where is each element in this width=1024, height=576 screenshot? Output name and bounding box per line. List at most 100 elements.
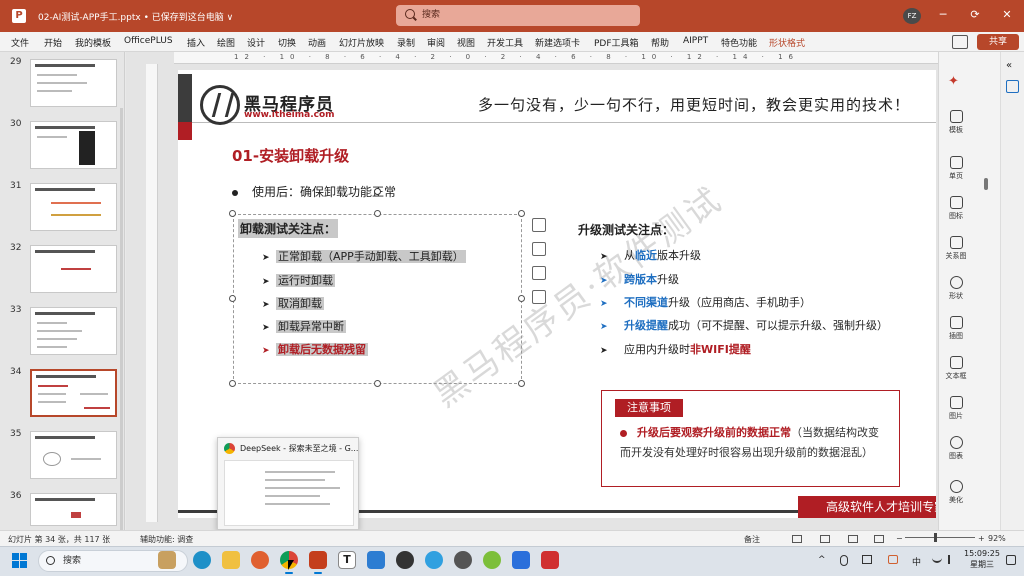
restore-button[interactable]: ⟳: [968, 8, 982, 22]
slideshow-icon[interactable]: [874, 535, 884, 543]
firefox-icon[interactable]: [251, 551, 269, 569]
tab-record[interactable]: 录制: [397, 36, 415, 49]
tab-insert[interactable]: 插入: [187, 36, 205, 49]
slide-title[interactable]: 01-安装卸载升级: [232, 145, 349, 166]
resize-handle[interactable]: [229, 295, 236, 302]
minimize-button[interactable]: ─: [936, 8, 950, 22]
tab-pdf-tools[interactable]: PDF工具箱: [594, 36, 639, 49]
preview-thumbnail[interactable]: [224, 460, 354, 526]
slide-thumbnail[interactable]: [30, 183, 117, 231]
slide-thumbnail[interactable]: [30, 245, 117, 293]
smartart-icon[interactable]: [532, 266, 546, 280]
panel-textbox[interactable]: 文本框: [942, 356, 970, 381]
tab-review[interactable]: 审阅: [427, 36, 445, 49]
resize-handle[interactable]: [229, 380, 236, 387]
alt-text-icon[interactable]: [532, 290, 546, 304]
resize-handle[interactable]: [518, 380, 525, 387]
powerpoint-icon[interactable]: [309, 551, 327, 574]
slide-sorter-icon[interactable]: [820, 535, 830, 543]
panel-single-page[interactable]: 单页: [942, 156, 970, 181]
panel-illustration[interactable]: 插图: [942, 316, 970, 341]
tab-new[interactable]: 新建选项卡: [535, 36, 580, 49]
tab-aippt[interactable]: AIPPT: [683, 36, 708, 46]
panel-template[interactable]: 模板: [942, 110, 970, 135]
slide-thumbnail-current[interactable]: [30, 369, 117, 417]
zoom-slider[interactable]: [905, 537, 975, 538]
thumbnail-scrollbar[interactable]: [120, 108, 123, 576]
main-bullet[interactable]: 使用后：确保卸载功能正常: [232, 183, 396, 200]
notes-button[interactable]: 备注: [744, 534, 760, 545]
normal-view-icon[interactable]: [792, 535, 802, 543]
slide-thumbnail[interactable]: [30, 59, 117, 107]
tab-draw[interactable]: 绘图: [217, 36, 235, 49]
tab-home[interactable]: 开始: [44, 36, 62, 49]
slide-thumbnail[interactable]: [30, 121, 117, 169]
volume-icon[interactable]: [948, 555, 954, 564]
accessibility-status[interactable]: 辅助功能: 调查: [140, 534, 193, 545]
comment-icon[interactable]: [952, 35, 968, 49]
resize-handle[interactable]: [518, 210, 525, 217]
panel-picture[interactable]: 图片: [942, 396, 970, 421]
slide-thumbnail[interactable]: [30, 493, 117, 526]
tab-file[interactable]: 文件: [11, 36, 29, 49]
zoom-in-icon[interactable]: +: [978, 534, 985, 543]
tray-chevron-icon[interactable]: ^: [818, 555, 826, 565]
widget-icon[interactable]: [158, 551, 176, 569]
panel-relationship[interactable]: 关系图: [942, 236, 970, 261]
tab-shape-format[interactable]: 形状格式: [769, 36, 805, 49]
zoom-slider-thumb[interactable]: [934, 533, 937, 542]
tab-developer[interactable]: 开发工具: [487, 36, 523, 49]
input-language[interactable]: 中: [912, 555, 921, 568]
panel-chart[interactable]: 图表: [942, 436, 970, 461]
search-box[interactable]: 搜索: [396, 5, 640, 26]
tab-slideshow[interactable]: 幻灯片放映: [339, 36, 384, 49]
file-explorer-icon[interactable]: [222, 551, 240, 569]
zoom-out-icon[interactable]: −: [896, 534, 903, 543]
panel-scrollbar[interactable]: [984, 178, 988, 190]
close-button[interactable]: ✕: [1000, 8, 1014, 22]
clock-app-icon[interactable]: [454, 551, 472, 569]
user-avatar[interactable]: FZ: [903, 8, 921, 24]
document-title[interactable]: 02-AI测试-APP手工.pptx • 已保存到这台电脑 ∨: [38, 10, 233, 23]
meeting-app-icon[interactable]: [512, 551, 530, 569]
share-button[interactable]: 共享: [977, 34, 1019, 50]
panel-app-icon[interactable]: [1006, 80, 1019, 93]
edge-icon[interactable]: [193, 551, 211, 569]
designer-icon[interactable]: [532, 242, 546, 256]
tab-help[interactable]: 帮助: [651, 36, 669, 49]
record-app-icon[interactable]: [396, 551, 414, 569]
tool-app-icon[interactable]: [541, 551, 559, 569]
tab-view[interactable]: 视图: [457, 36, 475, 49]
tab-officeplus[interactable]: OfficePLUS: [124, 36, 173, 46]
zoom-level[interactable]: 92%: [988, 534, 1006, 543]
resize-handle[interactable]: [229, 210, 236, 217]
microphone-icon[interactable]: [840, 555, 848, 566]
collapse-icon[interactable]: «: [1006, 60, 1012, 71]
slide-thumbnail[interactable]: [30, 307, 117, 355]
tab-transitions[interactable]: 切换: [278, 36, 296, 49]
snipping-icon[interactable]: [425, 551, 443, 569]
notification-icon[interactable]: [1006, 555, 1016, 565]
panel-beautify[interactable]: 美化: [942, 480, 970, 505]
typora-icon[interactable]: T: [338, 551, 356, 569]
tab-my-templates[interactable]: 我的模板: [75, 36, 111, 49]
windows-start-icon[interactable]: [12, 553, 28, 569]
chat-app-icon[interactable]: [367, 551, 385, 569]
android-app-icon[interactable]: [483, 551, 501, 569]
taskbar-preview-popup[interactable]: DeepSeek - 探索未至之境 - G...: [217, 437, 359, 530]
resize-handle[interactable]: [374, 380, 381, 387]
panel-icons[interactable]: 图标: [942, 196, 970, 221]
resize-handle[interactable]: [518, 295, 525, 302]
reading-view-icon[interactable]: [848, 535, 858, 543]
layout-options-icon[interactable]: [532, 218, 546, 232]
resize-handle[interactable]: [374, 210, 381, 217]
slide-thumbnail[interactable]: [30, 431, 117, 479]
panel-shape[interactable]: 形状: [942, 276, 970, 301]
tab-features[interactable]: 特色功能: [721, 36, 757, 49]
rotate-handle[interactable]: [374, 188, 381, 195]
display-icon[interactable]: [862, 555, 872, 564]
tray-app-icon[interactable]: [888, 555, 898, 564]
taskbar-clock[interactable]: 15:09:25 星期三: [964, 548, 1000, 570]
tab-design[interactable]: 设计: [247, 36, 265, 49]
tab-animations[interactable]: 动画: [308, 36, 326, 49]
